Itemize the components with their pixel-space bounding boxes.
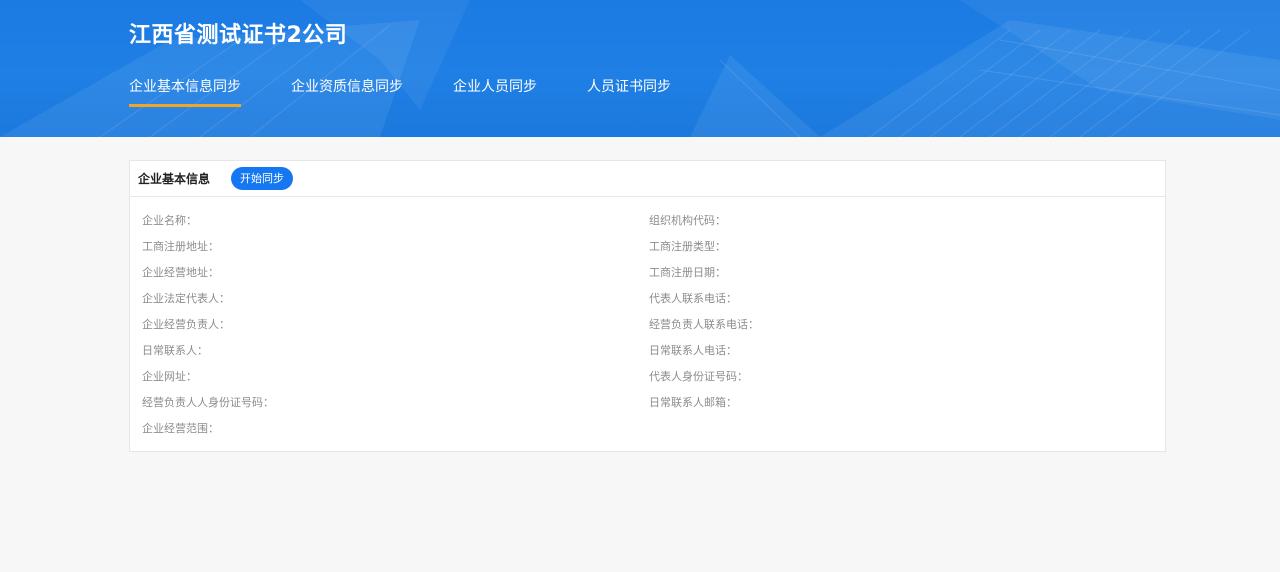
field-company-name: 企业名称： <box>142 214 197 227</box>
field-registration-type: 工商注册类型： <box>649 240 726 253</box>
field-manager-phone: 经营负责人联系电话： <box>649 318 759 331</box>
info-row: 工商注册地址： 工商注册类型： <box>142 238 1152 264</box>
field-business-address: 企业经营地址： <box>142 266 219 279</box>
field-representative-id-number: 代表人身份证号码： <box>649 370 748 383</box>
field-business-manager: 企业经营负责人： <box>142 318 230 331</box>
info-row: 经营负责人人身份证号码： 日常联系人邮箱： <box>142 394 1152 420</box>
header-banner: 江西省测试证书2公司 企业基本信息同步 企业资质信息同步 企业人员同步 人员证书… <box>0 0 1280 137</box>
info-fields: 企业名称： 组织机构代码： 工商注册地址： 工商注册类型： 企业经营地址： 工商… <box>142 212 1152 446</box>
field-registered-address: 工商注册地址： <box>142 240 219 253</box>
info-row: 企业经营负责人： 经营负责人联系电话： <box>142 316 1152 342</box>
tab-company-personnel-sync[interactable]: 企业人员同步 <box>453 76 537 107</box>
field-registration-date: 工商注册日期： <box>649 266 726 279</box>
info-row: 企业经营地址： 工商注册日期： <box>142 264 1152 290</box>
field-representative-phone: 代表人联系电话： <box>649 292 737 305</box>
tab-company-basic-info-sync[interactable]: 企业基本信息同步 <box>129 76 241 107</box>
sync-nav-tabs: 企业基本信息同步 企业资质信息同步 企业人员同步 人员证书同步 <box>129 76 721 107</box>
field-daily-contact-phone: 日常联系人电话： <box>649 344 737 357</box>
field-company-website: 企业网址： <box>142 370 197 383</box>
info-row: 企业经营范围： <box>142 420 1152 446</box>
info-row: 企业名称： 组织机构代码： <box>142 212 1152 238</box>
panel-title: 企业基本信息 <box>138 172 211 186</box>
tab-company-qualification-sync[interactable]: 企业资质信息同步 <box>291 76 403 107</box>
field-organization-code: 组织机构代码： <box>649 214 726 227</box>
panel-header: 企业基本信息 开始同步 <box>130 161 1165 197</box>
info-row: 企业法定代表人： 代表人联系电话： <box>142 290 1152 316</box>
field-daily-contact: 日常联系人： <box>142 344 208 357</box>
company-title: 江西省测试证书2公司 <box>129 23 348 48</box>
info-row: 日常联系人： 日常联系人电话： <box>142 342 1152 368</box>
info-row: 企业网址： 代表人身份证号码： <box>142 368 1152 394</box>
start-sync-button[interactable]: 开始同步 <box>231 167 294 190</box>
company-basic-info-panel: 企业基本信息 开始同步 企业名称： 组织机构代码： 工商注册地址： 工商注册类型… <box>129 160 1166 452</box>
field-legal-representative: 企业法定代表人： <box>142 292 230 305</box>
tab-personnel-certificate-sync[interactable]: 人员证书同步 <box>587 76 671 107</box>
field-manager-id-number: 经营负责人人身份证号码： <box>142 396 274 409</box>
field-business-scope: 企业经营范围： <box>142 422 219 435</box>
field-daily-contact-email: 日常联系人邮箱： <box>649 396 737 409</box>
